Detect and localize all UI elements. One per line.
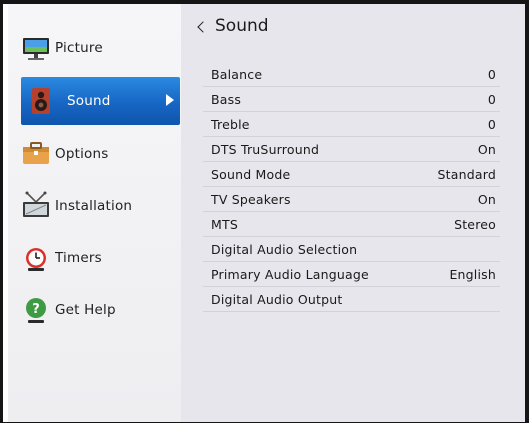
setting-value: Standard [437,166,496,182]
sidebar-item-picture[interactable]: Picture [20,28,181,68]
setting-label: Sound Mode [211,166,291,182]
sidebar-item-label: Picture [55,40,103,56]
setting-label: Balance [211,66,263,82]
page-title: Sound [215,16,269,36]
sidebar-item-label: Options [55,146,109,162]
svg-text:?: ? [32,302,40,317]
setting-row-balance[interactable]: Balance 0 [203,62,500,87]
setting-label: DTS TruSurround [211,141,320,157]
setting-value: Stereo [454,216,496,232]
setting-row-mts[interactable]: MTS Stereo [203,212,500,237]
setting-row-dts-trusurround[interactable]: DTS TruSurround On [203,137,500,162]
sidebar-item-get-help[interactable]: ? Get Help [20,290,181,330]
sidebar-item-installation[interactable]: Installation [20,186,181,226]
setting-label: Digital Audio Selection [211,241,358,257]
sidebar-item-sound[interactable]: Sound [21,77,180,125]
sidebar-item-label: Sound [67,93,111,109]
chevron-left-icon [197,20,209,33]
setting-value: 0 [487,91,496,107]
setting-row-bass[interactable]: Bass 0 [203,87,500,112]
settings-list: Balance 0 Bass 0 Treble 0 DTS TruSurroun… [203,62,500,312]
setting-row-sound-mode[interactable]: Sound Mode Standard [203,162,500,187]
setting-value: 0 [487,66,496,82]
sidebar-item-options[interactable]: Options [20,134,181,174]
toolbox-icon [20,138,52,170]
sidebar-item-timers[interactable]: Timers [20,238,181,278]
arrow-right-icon [166,94,174,106]
setting-value: On [477,191,496,207]
setting-label: TV Speakers [211,191,291,207]
sidebar: Picture Sound Options Installation Timer… [8,4,181,422]
setting-label: Digital Audio Output [211,291,343,307]
sound-settings-panel: Sound Balance 0 Bass 0 Treble 0 DTS TruS… [181,4,525,422]
setting-label: Treble [211,116,250,132]
setting-row-treble[interactable]: Treble 0 [203,112,500,137]
sidebar-item-label: Get Help [55,302,116,318]
speaker-icon [25,85,57,117]
setting-row-primary-audio-language[interactable]: Primary Audio Language English [203,262,500,287]
sidebar-item-label: Installation [55,198,133,214]
picture-icon [20,32,52,64]
setting-value: On [477,141,496,157]
setting-row-digital-audio-output[interactable]: Digital Audio Output [203,287,500,312]
setting-label: Primary Audio Language [211,266,369,282]
setting-label: Bass [211,91,242,107]
alarm-clock-icon [20,242,52,274]
setting-label: MTS [211,216,238,232]
back-header[interactable]: Sound [197,16,269,36]
antenna-icon [20,190,52,222]
setting-row-digital-audio-selection[interactable]: Digital Audio Selection [203,237,500,262]
setting-row-tv-speakers[interactable]: TV Speakers On [203,187,500,212]
help-icon: ? [20,294,52,326]
sidebar-item-label: Timers [55,250,102,266]
tv-screen: Picture Sound Options Installation Timer… [3,4,525,422]
setting-value: 0 [487,116,496,132]
setting-value: English [449,266,496,282]
